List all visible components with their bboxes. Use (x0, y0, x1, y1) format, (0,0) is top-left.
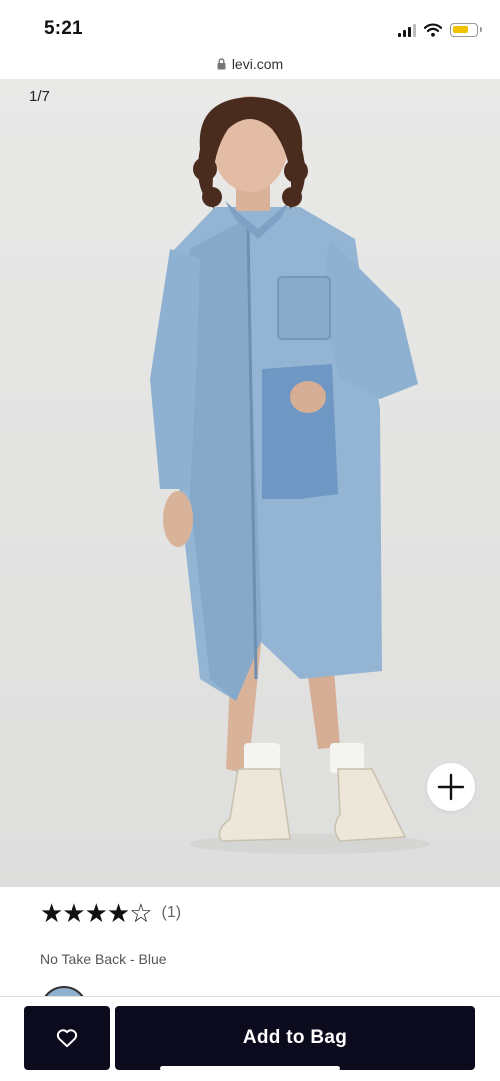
status-icons (398, 20, 482, 40)
home-indicator (160, 1066, 340, 1071)
color-label: No Take Back - Blue (40, 951, 167, 967)
review-count[interactable]: (1) (162, 904, 182, 922)
image-counter: 1/7 (29, 88, 50, 105)
product-image-gallery[interactable]: 1/7 (0, 79, 500, 887)
url-text: levi.com (231, 56, 284, 72)
star-rating-icon: ★★★★☆ (40, 898, 153, 928)
status-time: 5:21 (44, 18, 83, 39)
zoom-button[interactable] (427, 763, 475, 811)
wishlist-button[interactable] (24, 1006, 110, 1070)
lock-icon (217, 58, 226, 70)
cellular-signal-icon (398, 23, 416, 37)
address-bar[interactable]: levi.com (0, 50, 500, 78)
battery-icon (450, 23, 482, 37)
add-to-bag-button[interactable]: Add to Bag (115, 1006, 475, 1070)
rating-summary[interactable]: ★★★★☆ (1) (40, 898, 181, 928)
heart-outline-icon (56, 1029, 78, 1048)
plus-icon (437, 773, 465, 801)
product-photo (0, 79, 500, 887)
status-bar: 5:21 (0, 0, 500, 50)
wifi-icon (424, 23, 442, 37)
